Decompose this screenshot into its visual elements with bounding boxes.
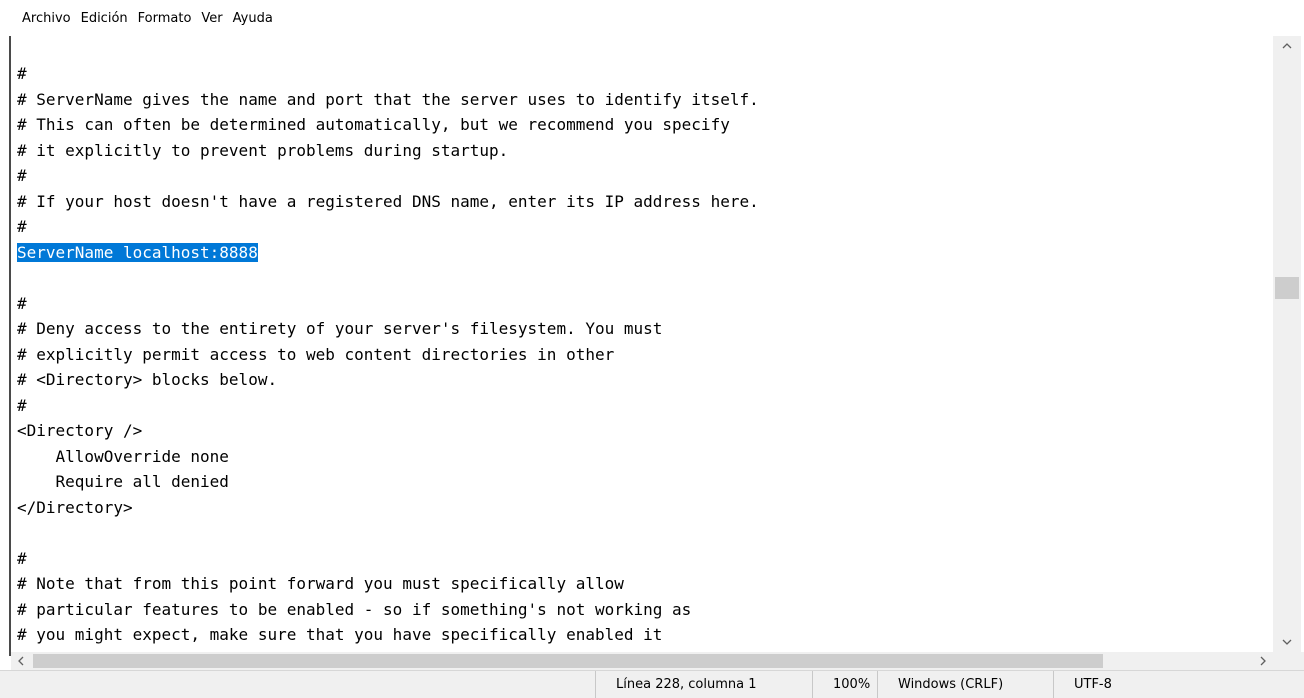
menu-items: Archivo Edición Formato Ver Ayuda xyxy=(22,10,278,28)
line-text: # xyxy=(17,64,27,83)
text-line: # xyxy=(17,61,759,87)
text-line: # you might expect, make sure that you h… xyxy=(17,622,759,648)
line-text: # xyxy=(17,166,27,185)
vertical-scrollbar[interactable] xyxy=(1273,36,1301,652)
text-line: # xyxy=(17,214,759,240)
text-line xyxy=(17,520,759,546)
text-line: # explicitly permit access to web conten… xyxy=(17,342,759,368)
text-lines: # # ServerName gives the name and port th… xyxy=(17,61,759,648)
line-text: # ServerName gives the name and port tha… xyxy=(17,89,759,109)
menu-formato[interactable]: Formato xyxy=(133,10,197,28)
line-text: # <Directory> blocks below. xyxy=(17,370,278,389)
scrollbar-corner xyxy=(1273,652,1304,670)
text-line: # particular features to be enabled - so… xyxy=(17,597,759,623)
menu-bar: Archivo Edición Formato Ver Ayuda xyxy=(0,0,1304,36)
status-encoding: UTF-8 xyxy=(1053,671,1304,698)
chevron-right-icon[interactable] xyxy=(1253,652,1273,670)
text-line: # Note that from this point forward you … xyxy=(17,571,759,597)
text-line: ServerName localhost:8888 xyxy=(17,240,759,266)
line-text: # This can often be determined automatic… xyxy=(17,115,730,134)
line-text: # xyxy=(17,395,27,415)
chevron-down-icon[interactable] xyxy=(1273,632,1301,652)
chevron-up-icon[interactable] xyxy=(1273,36,1301,56)
selected-text: ServerName localhost:8888 xyxy=(17,242,258,262)
line-text: # xyxy=(17,293,27,313)
text-line: # <Directory> blocks below. xyxy=(17,367,759,393)
line-text: # Deny access to the entirety of your se… xyxy=(17,319,663,338)
text-line: # ServerName gives the name and port tha… xyxy=(17,87,759,113)
line-text: # particular features to be enabled - so… xyxy=(17,599,692,619)
text-line: # xyxy=(17,291,759,317)
menu-ayuda[interactable]: Ayuda xyxy=(228,10,278,28)
line-text: # explicitly permit access to web conten… xyxy=(17,344,615,364)
line-text: # xyxy=(17,548,27,568)
line-text: </Directory> xyxy=(17,497,133,517)
vertical-scroll-thumb[interactable] xyxy=(1275,277,1299,299)
line-text: <Directory /> xyxy=(17,421,143,440)
text-line: AllowOverride none xyxy=(17,444,759,470)
text-line: # If your host doesn't have a registered… xyxy=(17,189,759,215)
text-line xyxy=(17,265,759,291)
menu-edicion[interactable]: Edición xyxy=(76,10,133,28)
line-text: AllowOverride none xyxy=(17,446,229,466)
line-text: # it explicitly to prevent problems duri… xyxy=(17,140,509,160)
horizontal-scroll-thumb[interactable] xyxy=(33,654,1103,668)
menu-archivo[interactable]: Archivo xyxy=(22,10,76,28)
status-cursor-position: Línea 228, columna 1 xyxy=(595,671,812,698)
status-zoom: 100% xyxy=(812,671,877,698)
line-text: # Note that from this point forward you … xyxy=(17,574,624,593)
text-line: # Deny access to the entirety of your se… xyxy=(17,316,759,342)
status-line-ending: Windows (CRLF) xyxy=(877,671,1053,698)
text-line: <Directory /> xyxy=(17,418,759,444)
text-line: Require all denied xyxy=(17,469,759,495)
menu-ver[interactable]: Ver xyxy=(196,10,227,28)
status-bar: Línea 228, columna 1 100% Windows (CRLF)… xyxy=(0,670,1304,698)
line-text: # you might expect, make sure that you h… xyxy=(17,625,663,644)
text-line: # xyxy=(17,393,759,419)
line-text: # If your host doesn't have a registered… xyxy=(17,191,759,211)
text-line: # xyxy=(17,546,759,572)
text-line: </Directory> xyxy=(17,495,759,521)
text-line: # xyxy=(17,163,759,189)
horizontal-scrollbar[interactable] xyxy=(11,652,1273,670)
text-line: # it explicitly to prevent problems duri… xyxy=(17,138,759,164)
text-line: # This can often be determined automatic… xyxy=(17,112,759,138)
line-text: # xyxy=(17,217,27,236)
line-text: Require all denied xyxy=(17,472,229,491)
text-editor-area[interactable]: # # ServerName gives the name and port th… xyxy=(11,36,1273,652)
chevron-left-icon[interactable] xyxy=(11,652,31,670)
